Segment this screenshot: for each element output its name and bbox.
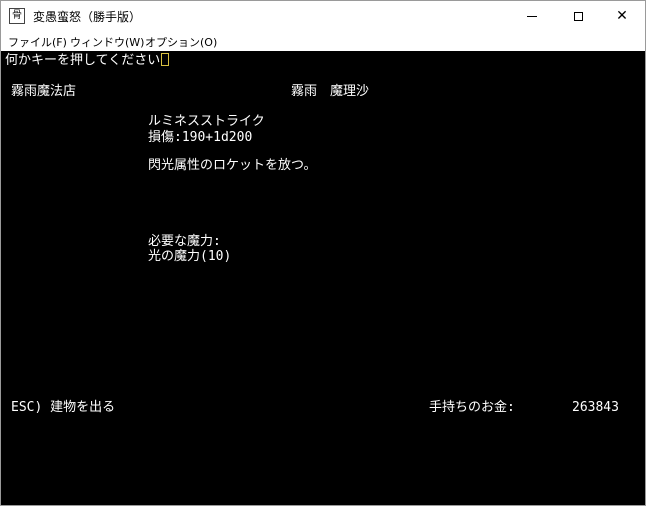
terminal-screen[interactable]: 何かキーを押してください 霧雨魔法店 霧雨 魔理沙 ルミネスストライク 損傷:1…	[1, 51, 645, 505]
shop-owner: 霧雨 魔理沙	[291, 84, 370, 99]
menu-bar: ファイル(F) ウィンドウ(W) オプション(O)	[1, 31, 645, 51]
spell-damage: 損傷:190+1d200	[148, 130, 253, 145]
requirement-heading: 必要な魔力:	[148, 234, 221, 249]
menu-file[interactable]: ファイル(F)	[8, 34, 67, 50]
spell-description: 閃光属性のロケットを放つ。	[148, 158, 317, 173]
spell-name: ルミネスストライク	[148, 114, 265, 129]
exit-command[interactable]: ESC) 建物を出る	[11, 400, 115, 416]
title-bar[interactable]: 骨 変愚蛮怒（勝手版） ✕	[1, 1, 645, 31]
app-window: 骨 変愚蛮怒（勝手版） ✕ ファイル(F) ウィンドウ(W) オプション(O) …	[0, 0, 646, 506]
prompt-line: 何かキーを押してください	[5, 53, 170, 69]
minimize-button[interactable]	[509, 1, 555, 31]
maximize-button[interactable]	[555, 1, 601, 31]
text-cursor	[161, 53, 170, 66]
menu-options[interactable]: オプション(O)	[145, 34, 217, 50]
gold-label: 手持ちのお金:	[429, 400, 515, 415]
minimize-icon	[527, 15, 537, 17]
close-icon: ✕	[616, 8, 628, 24]
menu-window[interactable]: ウィンドウ(W)	[70, 34, 144, 50]
prompt-text: 何かキーを押してください	[5, 53, 161, 68]
app-icon[interactable]: 骨	[9, 8, 25, 24]
shop-name: 霧雨魔法店	[11, 84, 77, 99]
requirement-value: 光の魔力(10)	[148, 249, 232, 264]
window-title: 変愚蛮怒（勝手版）	[33, 10, 142, 24]
gold-amount: 263843	[572, 400, 619, 415]
maximize-icon	[573, 11, 583, 21]
close-button[interactable]: ✕	[599, 1, 645, 31]
